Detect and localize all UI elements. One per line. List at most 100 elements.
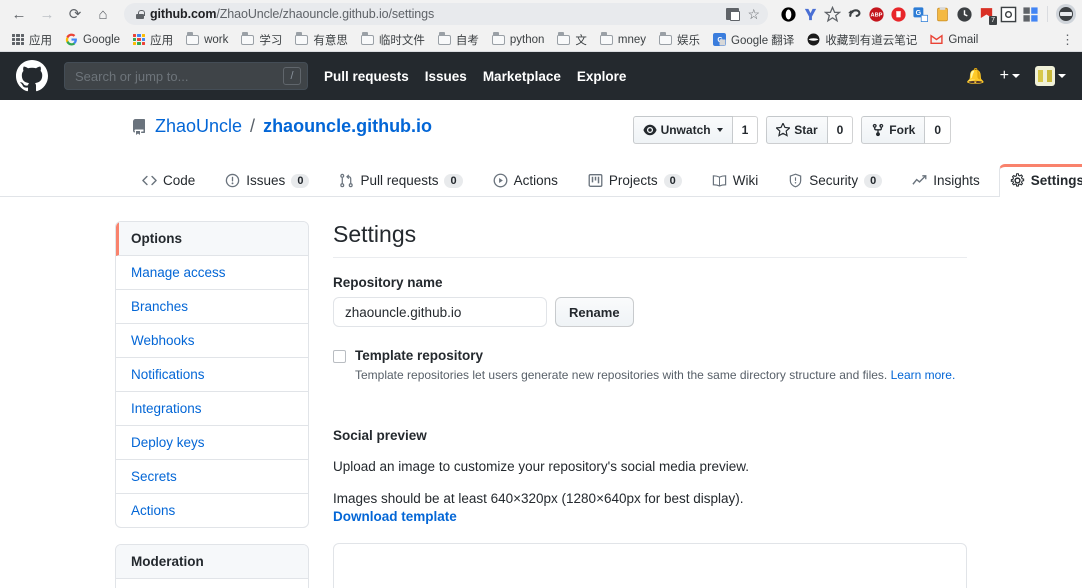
bookmark-item[interactable]: 自考 <box>432 30 485 50</box>
watch-count[interactable]: 1 <box>732 116 759 144</box>
repository-name-input[interactable] <box>333 297 547 327</box>
tab-pull-requests[interactable]: Pull requests 0 <box>328 164 473 197</box>
git-pull-request-icon <box>340 173 354 188</box>
fork-label: Fork <box>889 123 916 137</box>
sidebar-item-deploy-keys[interactable]: Deploy keys <box>116 426 308 460</box>
settings-extension-icon[interactable] <box>1000 6 1017 23</box>
settings-content: Settings Repository name Rename Template… <box>333 221 967 588</box>
social-preview-dropzone[interactable] <box>333 543 967 588</box>
sidebar-item-actions[interactable]: Actions <box>116 494 308 527</box>
repo-name-link[interactable]: zhaouncle.github.io <box>263 116 432 137</box>
tab-label: Projects <box>608 173 658 188</box>
forward-arrow-icon[interactable]: → <box>34 2 60 26</box>
profile-avatar-icon[interactable] <box>1056 4 1076 24</box>
nav-issues[interactable]: Issues <box>425 69 467 84</box>
star-outline-icon[interactable]: ☆ <box>747 7 760 21</box>
sidebar-item-manage-access[interactable]: Manage access <box>116 256 308 290</box>
reload-icon[interactable]: ⟳ <box>62 2 88 26</box>
y-extension-icon[interactable] <box>802 6 819 23</box>
tab-security[interactable]: Security 0 <box>777 164 893 197</box>
settings-page: Options Manage access Branches Webhooks … <box>0 197 1082 588</box>
bookmark-item[interactable]: 应用 <box>6 30 58 50</box>
opera-extension-icon[interactable] <box>780 6 797 23</box>
fork-icon <box>873 123 884 137</box>
bookmark-item[interactable]: Gmail <box>924 31 984 48</box>
fork-count[interactable]: 0 <box>925 116 951 144</box>
nav-pull-requests[interactable]: Pull requests <box>324 69 409 84</box>
github-mark-icon[interactable] <box>16 60 48 92</box>
eye-icon <box>643 124 657 136</box>
bookmark-item[interactable]: 收藏到有道云笔记 <box>801 30 923 50</box>
clipboard-extension-icon[interactable] <box>934 6 951 23</box>
nav-marketplace[interactable]: Marketplace <box>483 69 561 84</box>
translate-icon[interactable] <box>726 8 741 21</box>
fork-button-group: Fork 0 <box>861 116 951 144</box>
bookmark-label: 应用 <box>150 34 174 47</box>
star-button-group: Star 0 <box>766 116 854 144</box>
bookmark-item[interactable]: 有意思 <box>289 30 354 50</box>
sidebar-item-branches[interactable]: Branches <box>116 290 308 324</box>
tab-label: Settings <box>1030 173 1082 188</box>
translate-extension-icon[interactable]: G <box>912 6 929 23</box>
header-right-actions: 🔔 + <box>966 66 1066 86</box>
home-icon[interactable]: ⌂ <box>90 2 116 26</box>
star-count[interactable]: 0 <box>827 116 854 144</box>
rename-button[interactable]: Rename <box>555 297 634 327</box>
sidebar-item-options[interactable]: Options <box>116 222 308 256</box>
nav-explore[interactable]: Explore <box>577 69 627 84</box>
template-repository-row: Template repository Template repositorie… <box>333 348 967 384</box>
notification-bell-icon[interactable]: 🔔 <box>966 67 985 85</box>
user-menu-button[interactable] <box>1035 66 1066 86</box>
bookmark-item[interactable]: python <box>486 32 551 48</box>
breadcrumb: ZhaoUncle / zhaouncle.github.io <box>131 116 432 137</box>
browser-chrome: ← → ⟳ ⌂ github.com/ZhaoUncle/zhaouncle.g… <box>0 0 1082 52</box>
social-preview-title: Social preview <box>333 428 427 443</box>
bookmark-label: 自考 <box>455 34 479 47</box>
bookmark-label: work <box>204 33 229 46</box>
learn-more-link[interactable]: Learn more. <box>891 368 956 382</box>
bookmark-item[interactable]: work <box>180 32 234 48</box>
bookmark-item[interactable]: G Google 翻译 <box>707 30 800 50</box>
bookmarks-bar: 应用 Google 应用 work 学习 有意思 临时文件 自考 python … <box>0 28 1082 52</box>
fork-button[interactable]: Fork <box>861 116 926 144</box>
bookmark-item[interactable]: 娱乐 <box>653 30 706 50</box>
address-bar[interactable]: github.com/ZhaoUncle/zhaouncle.github.io… <box>124 3 768 25</box>
sidebar-item-webhooks[interactable]: Webhooks <box>116 324 308 358</box>
sidebar-item-secrets[interactable]: Secrets <box>116 460 308 494</box>
template-repository-checkbox[interactable] <box>333 350 346 363</box>
tab-insights[interactable]: Insights <box>901 164 991 197</box>
sidebar-item-notifications[interactable]: Notifications <box>116 358 308 392</box>
bookmark-item[interactable]: Google <box>59 31 126 48</box>
unwatch-button[interactable]: Unwatch <box>632 116 733 144</box>
star-icon <box>776 123 791 137</box>
repo-owner-link[interactable]: ZhaoUncle <box>155 116 242 137</box>
sidebar-item-integrations[interactable]: Integrations <box>116 392 308 426</box>
bookmark-badge-icon[interactable]: 7 <box>978 6 997 25</box>
star-button[interactable]: Star <box>766 116 828 144</box>
clock-extension-icon[interactable] <box>956 6 973 23</box>
bookmark-item[interactable]: 临时文件 <box>355 30 431 50</box>
download-template-link[interactable]: Download template <box>333 509 457 524</box>
bookmark-item[interactable]: 学习 <box>235 30 288 50</box>
back-arrow-icon[interactable]: ← <box>6 2 32 26</box>
undo-extension-icon[interactable] <box>846 6 863 23</box>
tab-actions[interactable]: Actions <box>482 164 569 197</box>
tab-settings[interactable]: Settings <box>998 164 1082 197</box>
tab-code[interactable]: Code <box>131 164 206 197</box>
google-translate-icon: G <box>713 33 727 46</box>
create-new-button[interactable]: + <box>1000 67 1020 85</box>
more-vertical-icon[interactable]: ⋮ <box>1061 32 1076 48</box>
tab-projects[interactable]: Projects 0 <box>577 164 693 197</box>
tab-issues[interactable]: Issues 0 <box>214 164 320 197</box>
bookmark-item[interactable]: 文 <box>551 30 593 50</box>
tab-wiki[interactable]: Wiki <box>701 164 770 197</box>
adblock-plus-icon[interactable]: ABP <box>868 6 885 23</box>
google-logo-icon <box>65 33 77 46</box>
search-input[interactable]: Search or jump to... / <box>64 62 308 90</box>
apps-extension-icon[interactable] <box>1022 6 1039 23</box>
bookmark-item[interactable]: mney <box>594 32 652 48</box>
star-extension-icon[interactable] <box>824 5 841 23</box>
sidebar-item-interaction-limits[interactable]: Interaction limits <box>116 579 308 588</box>
bookmark-item[interactable]: 应用 <box>127 30 179 50</box>
adblock-hand-icon[interactable] <box>890 6 907 23</box>
